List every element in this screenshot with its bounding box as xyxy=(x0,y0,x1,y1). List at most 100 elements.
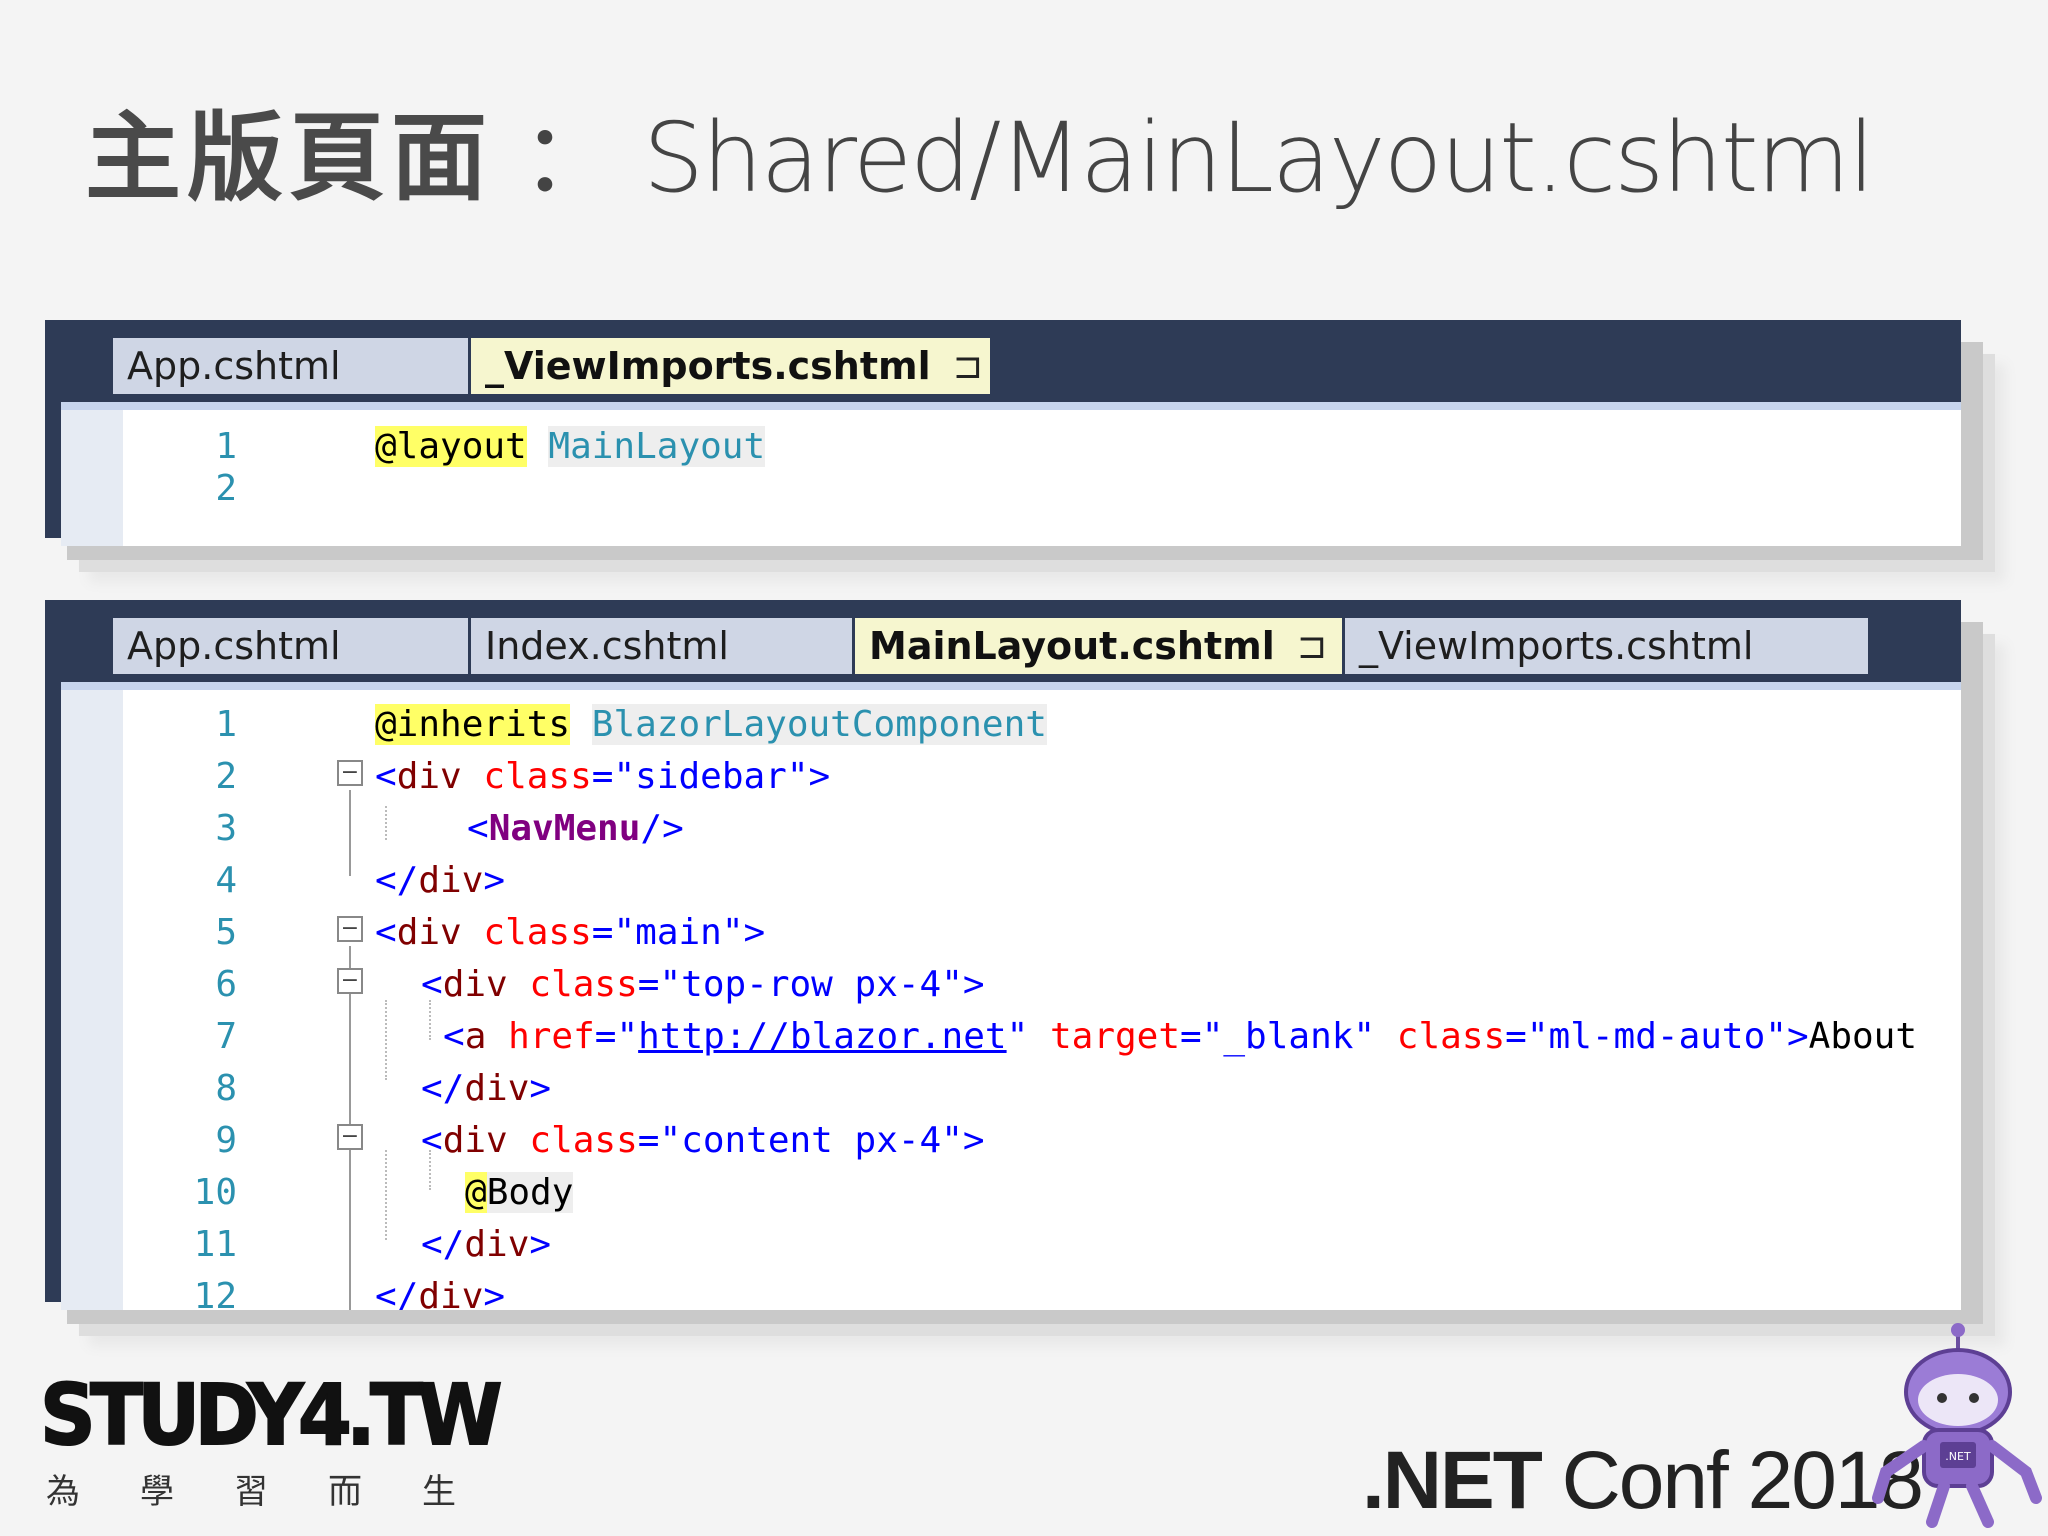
attr-name: class xyxy=(529,1119,638,1161)
mascot-badge-text: .NET xyxy=(1945,1450,1971,1463)
line-number: 12 xyxy=(193,1275,237,1311)
code-content: @layout MainLayout xyxy=(375,425,766,467)
bracket: > xyxy=(529,1067,552,1109)
tab-index-cshtml[interactable]: Index.cshtml xyxy=(471,618,855,674)
tab-viewimports-cshtml[interactable]: _ViewImports.cshtml xyxy=(1345,618,1871,674)
attr-value: sidebar xyxy=(635,755,787,797)
razor-directive: @layout xyxy=(375,425,527,467)
editor-tab-strip: App.cshtml Index.cshtml MainLayout.cshtm… xyxy=(113,618,1871,674)
line-number: 1 xyxy=(215,425,237,467)
line-number: 8 xyxy=(215,1067,237,1109)
pin-icon[interactable]: ⊐ xyxy=(953,346,983,387)
link-text: About xyxy=(1808,1015,1918,1057)
tab-mainlayout-cshtml[interactable]: MainLayout.cshtml ⊐ ✕ xyxy=(855,618,1345,674)
line-number: 4 xyxy=(215,859,237,901)
line-number: 2 xyxy=(215,467,237,509)
attr-name: class xyxy=(483,911,592,953)
component-name: NavMenu xyxy=(488,807,641,849)
code-line: 11 </div > xyxy=(61,1218,1961,1270)
bracket: </ xyxy=(421,1223,465,1265)
punct: =" xyxy=(637,1119,682,1161)
tab-app-cshtml[interactable]: App.cshtml xyxy=(113,618,471,674)
title-cjk: 主版頁面 xyxy=(85,102,493,214)
bracket: </ xyxy=(375,859,419,901)
punct: "> xyxy=(786,755,831,797)
attr-name: class xyxy=(1396,1015,1506,1057)
code-content: </div > xyxy=(421,1224,551,1265)
type-name: MainLayout xyxy=(548,425,766,467)
conf-net-text: .NET xyxy=(1362,1435,1543,1526)
study4-logo: STUDY4.TW 為 學 習 而 生 xyxy=(39,1366,537,1513)
study4-tagline: 為 學 習 而 生 xyxy=(40,1464,537,1513)
code-content: </div > xyxy=(375,860,505,901)
code-line: 2 < div class =" sidebar "> xyxy=(61,750,1961,802)
tag-name: a xyxy=(464,1015,487,1057)
line-number: 6 xyxy=(215,963,237,1005)
bracket: < xyxy=(421,1119,443,1161)
tagline-char: 為 xyxy=(46,1472,80,1512)
punct: =" xyxy=(1180,1015,1224,1057)
code-line: 6 < div class =" top-row px-4 "> xyxy=(61,958,1961,1010)
tagline-char: 學 xyxy=(140,1472,174,1512)
bracket: < xyxy=(467,807,489,849)
attr-value: ml-md-auto xyxy=(1548,1015,1766,1057)
tag-name: div xyxy=(464,1223,530,1265)
code-line: 12 </div > xyxy=(61,1270,1961,1311)
line-number: 3 xyxy=(215,807,237,849)
punct: "> xyxy=(1765,1015,1809,1057)
tab-label: _ViewImports.cshtml xyxy=(485,344,931,388)
tab-label: MainLayout.cshtml xyxy=(869,624,1275,668)
code-content: @ Body xyxy=(465,1171,574,1213)
tag-name: div xyxy=(442,963,508,1005)
code-line: 9 < div class =" content px-4 "> xyxy=(61,1114,1961,1166)
bracket: </ xyxy=(375,1275,419,1311)
code-editor[interactable]: 1 @layout MainLayout 2 xyxy=(61,402,1961,546)
punct: =" xyxy=(1505,1015,1549,1057)
punct: " xyxy=(1353,1015,1376,1057)
tag-name: div xyxy=(396,755,462,797)
line-number: 9 xyxy=(215,1119,237,1161)
tab-label: _ViewImports.cshtml xyxy=(1359,624,1754,668)
bracket: > xyxy=(483,1275,506,1311)
tag-name: div xyxy=(418,1275,484,1311)
bracket: </ xyxy=(421,1067,465,1109)
code-line: 5 < div class =" main "> xyxy=(61,906,1961,958)
tab-label: App.cshtml xyxy=(127,344,341,388)
tag-name: div xyxy=(418,859,484,901)
code-content: </div > xyxy=(375,1276,505,1311)
line-number: 1 xyxy=(215,703,237,745)
code-editor[interactable]: − − − − 1 @inherits BlazorLayoutComponen… xyxy=(61,682,1961,1310)
code-line: 3 < NavMenu /> xyxy=(61,802,1961,854)
code-content: < div class =" sidebar "> xyxy=(375,756,830,797)
attr-name: target xyxy=(1049,1015,1181,1057)
tag-name: div xyxy=(442,1119,508,1161)
bracket: > xyxy=(529,1223,552,1265)
tag-name: div xyxy=(396,911,462,953)
attr-value: content px-4 xyxy=(681,1119,942,1161)
bracket: > xyxy=(483,859,506,901)
type-name: BlazorLayoutComponent xyxy=(591,703,1047,745)
tab-app-cshtml[interactable]: App.cshtml xyxy=(113,338,471,394)
code-line: 2 xyxy=(61,462,1961,514)
attr-value: top-row px-4 xyxy=(681,963,942,1005)
punct: "> xyxy=(721,911,766,953)
tagline-char: 生 xyxy=(422,1472,456,1512)
punct: "> xyxy=(941,1119,985,1161)
razor-directive: @inherits xyxy=(375,703,571,745)
bracket: < xyxy=(375,911,397,953)
bracket: < xyxy=(375,755,397,797)
line-number: 10 xyxy=(193,1171,237,1213)
code-line: 4 </div > xyxy=(61,854,1961,906)
attr-name: href xyxy=(508,1015,595,1057)
code-content: < div class =" main "> xyxy=(375,912,765,953)
tab-label: Index.cshtml xyxy=(485,624,729,668)
tab-viewimports-cshtml[interactable]: _ViewImports.cshtml ⊐ ✕ xyxy=(471,338,993,394)
pin-icon[interactable]: ⊐ xyxy=(1297,626,1327,667)
code-content: < NavMenu /> xyxy=(467,808,684,849)
line-number: 11 xyxy=(193,1223,237,1265)
bracket: < xyxy=(421,963,443,1005)
code-line: 1 @inherits BlazorLayoutComponent xyxy=(61,698,1961,750)
punct: " xyxy=(1006,1015,1029,1057)
hyperlink[interactable]: http://blazor.net xyxy=(638,1016,1006,1057)
study4-wordmark: STUDY4.TW xyxy=(39,1366,503,1464)
